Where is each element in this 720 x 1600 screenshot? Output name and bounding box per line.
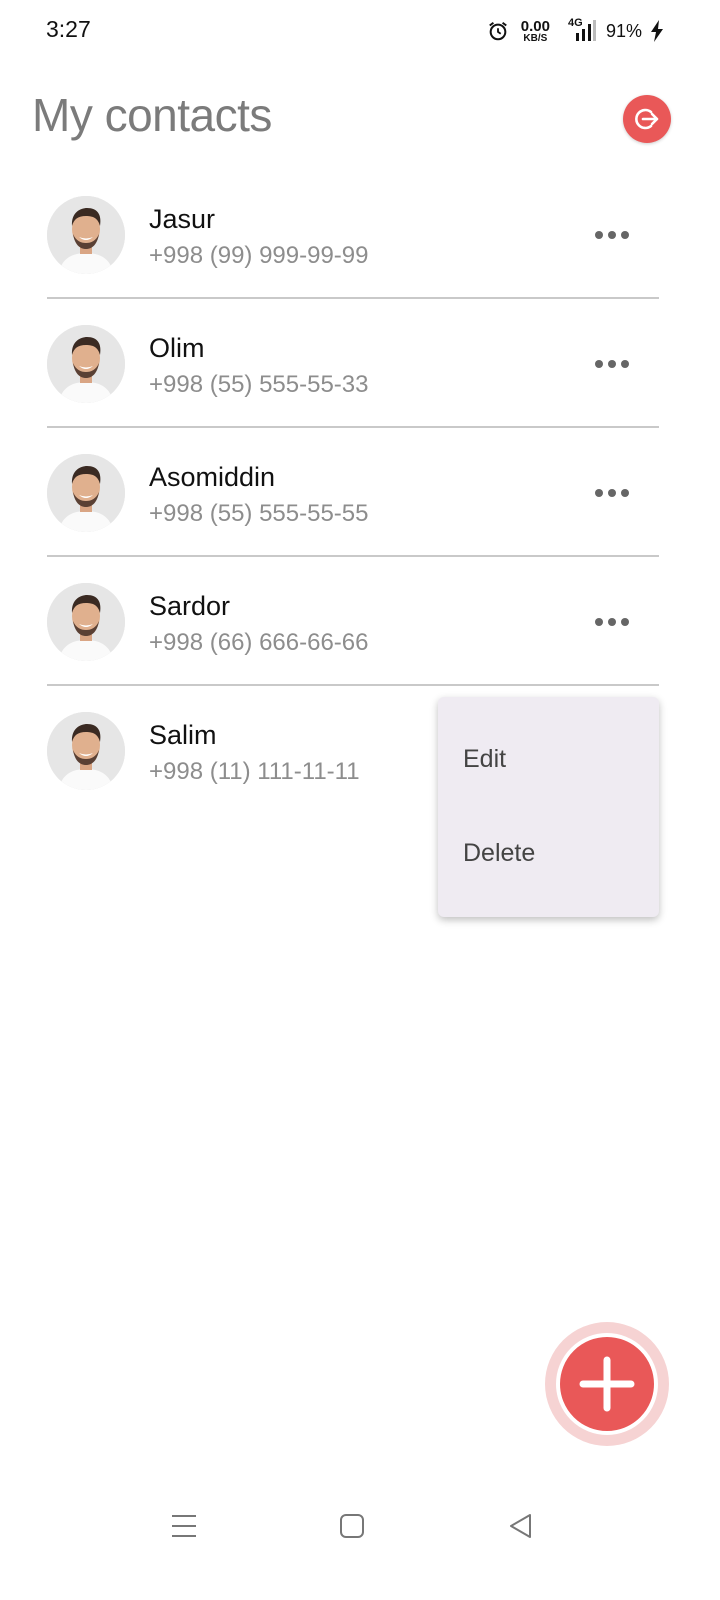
- signal-group: 4G: [562, 17, 598, 43]
- contact-phone: +998 (55) 555-55-33: [149, 371, 369, 398]
- more-icon-dot: [608, 489, 616, 497]
- avatar: [47, 325, 125, 403]
- person-avatar-image: [47, 454, 125, 532]
- signal-icon: [575, 20, 596, 41]
- status-icons: 0.00 KB/S 4G 91%: [487, 14, 664, 48]
- more-icon-dot: [595, 360, 603, 368]
- more-icon-dot: [595, 489, 603, 497]
- menu-item-edit[interactable]: Edit: [463, 745, 506, 774]
- avatar: [47, 583, 125, 661]
- plus-icon: [579, 1356, 635, 1412]
- battery-level: 91%: [605, 20, 642, 41]
- logout-button[interactable]: [623, 95, 671, 143]
- contact-row[interactable]: Asomiddin +998 (55) 555-55-55: [47, 428, 659, 557]
- person-avatar-image: [47, 583, 125, 661]
- recent-apps-button[interactable]: [164, 1506, 204, 1546]
- contact-phone: +998 (55) 555-55-55: [149, 500, 369, 527]
- logout-icon: [635, 108, 659, 130]
- more-icon-dot: [608, 231, 616, 239]
- more-icon-dot: [608, 360, 616, 368]
- more-icon-dot: [621, 231, 629, 239]
- contact-row[interactable]: Olim +998 (55) 555-55-33: [47, 299, 659, 428]
- home-icon: [340, 1514, 364, 1538]
- contact-phone: +998 (66) 666-66-66: [149, 629, 369, 656]
- contact-row[interactable]: Sardor +998 (66) 666-66-66: [47, 557, 659, 686]
- more-options-button[interactable]: [587, 349, 637, 379]
- network-speed: 0.00 KB/S: [521, 19, 550, 44]
- avatar: [47, 196, 125, 274]
- page-title: My contacts: [32, 89, 272, 141]
- more-icon-dot: [621, 489, 629, 497]
- more-icon-dot: [595, 618, 603, 626]
- contact-name: Olim: [149, 333, 205, 363]
- avatar: [47, 712, 125, 790]
- status-time: 3:27: [46, 16, 91, 42]
- contact-name: Salim: [149, 720, 217, 750]
- person-avatar-image: [47, 712, 125, 790]
- more-options-button[interactable]: [587, 220, 637, 250]
- contact-name: Jasur: [149, 204, 216, 234]
- charging-bolt-icon: [651, 20, 663, 42]
- more-icon-dot: [608, 618, 616, 626]
- contact-name: Asomiddin: [149, 462, 276, 492]
- more-options-button[interactable]: [587, 478, 637, 508]
- alarm-icon: [488, 21, 507, 41]
- network-speed-unit: KB/S: [523, 32, 548, 44]
- add-contact-button[interactable]: [556, 1333, 658, 1435]
- person-avatar-image: [47, 196, 125, 274]
- person-avatar-image: [47, 325, 125, 403]
- back-button[interactable]: [501, 1506, 541, 1546]
- contact-options-menu: Edit Delete: [438, 697, 659, 917]
- contact-phone: +998 (11) 111-11-11: [149, 758, 360, 785]
- contact-name: Sardor: [149, 591, 231, 621]
- system-nav-bar: [0, 1490, 720, 1560]
- status-bar: 3:27 0.00 KB/S 4G 91%: [0, 0, 720, 64]
- menu-icon: [172, 1515, 196, 1537]
- contact-row[interactable]: Jasur +998 (99) 999-99-99: [47, 170, 659, 299]
- more-icon-dot: [595, 231, 603, 239]
- network-speed-value: 0.00: [520, 17, 550, 35]
- back-icon: [510, 1514, 531, 1538]
- contact-phone: +998 (99) 999-99-99: [149, 242, 369, 269]
- more-icon-dot: [621, 618, 629, 626]
- menu-item-delete[interactable]: Delete: [463, 839, 535, 868]
- home-button[interactable]: [332, 1506, 372, 1546]
- more-options-button[interactable]: [587, 607, 637, 637]
- more-icon-dot: [621, 360, 629, 368]
- avatar: [47, 454, 125, 532]
